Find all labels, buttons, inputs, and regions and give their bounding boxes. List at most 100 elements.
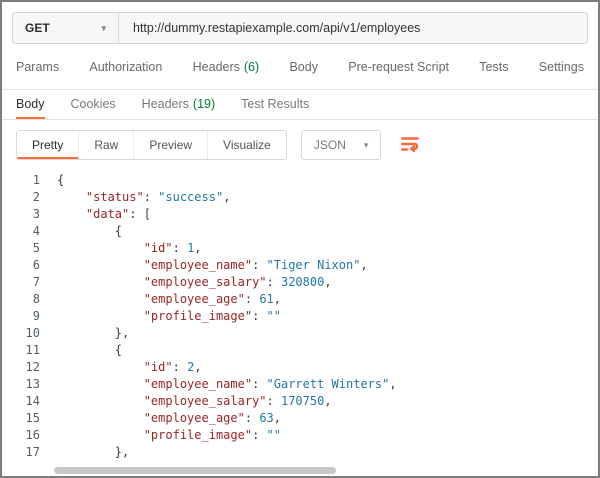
tab-tests[interactable]: Tests — [479, 60, 508, 74]
line-number: 14 — [2, 393, 40, 410]
tab-label: Headers — [193, 60, 240, 74]
code-text: "profile_image": "" — [40, 308, 281, 325]
code-text: "status": "success", — [40, 189, 230, 206]
code-line: 6 "employee_name": "Tiger Nixon", — [2, 257, 598, 274]
line-number: 8 — [2, 291, 40, 308]
code-line: 4 { — [2, 223, 598, 240]
line-number: 13 — [2, 376, 40, 393]
code-line: 2 "status": "success", — [2, 189, 598, 206]
code-text: "employee_salary": 320800, — [40, 274, 332, 291]
code-line: 17 }, — [2, 444, 598, 461]
wrap-lines-icon — [399, 133, 421, 158]
code-text: "employee_salary": 170750, — [40, 393, 332, 410]
tab-label: Tests — [479, 60, 508, 74]
view-label: Pretty — [32, 138, 63, 152]
code-line: 7 "employee_salary": 320800, — [2, 274, 598, 291]
code-line: 13 "employee_name": "Garrett Winters", — [2, 376, 598, 393]
line-number: 2 — [2, 189, 40, 206]
code-text: "profile_image": "" — [40, 427, 281, 444]
view-visualize[interactable]: Visualize — [208, 131, 286, 159]
view-preview[interactable]: Preview — [134, 131, 208, 159]
code-text: "id": 1, — [40, 240, 202, 257]
code-text: }, — [40, 325, 129, 342]
line-number: 5 — [2, 240, 40, 257]
code-line: 14 "employee_salary": 170750, — [2, 393, 598, 410]
tab-body[interactable]: Body — [289, 60, 318, 74]
line-number: 17 — [2, 444, 40, 461]
code-text: "employee_name": "Garrett Winters", — [40, 376, 397, 393]
response-view-bar: Pretty Raw Preview Visualize JSON ▾ — [2, 120, 598, 168]
line-number: 16 — [2, 427, 40, 444]
line-number: 12 — [2, 359, 40, 376]
code-line: 5 "id": 1, — [2, 240, 598, 257]
line-number: 4 — [2, 223, 40, 240]
line-number: 11 — [2, 342, 40, 359]
code-text: "data": [ — [40, 206, 151, 223]
code-line: 15 "employee_age": 63, — [2, 410, 598, 427]
tab-label: Body — [289, 60, 318, 74]
tab-headers[interactable]: Headers (6) — [193, 60, 260, 74]
view-toggle-group: Pretty Raw Preview Visualize — [16, 130, 287, 160]
response-tab-cookies[interactable]: Cookies — [71, 90, 116, 119]
postman-window: { "request": { "method": "GET", "url": "… — [0, 0, 600, 478]
request-url-bar: GET ▾ http://dummy.restapiexample.com/ap… — [12, 12, 588, 44]
code-text: "employee_name": "Tiger Nixon", — [40, 257, 368, 274]
code-line: 12 "id": 2, — [2, 359, 598, 376]
format-label: JSON — [314, 138, 346, 152]
code-text: { — [40, 223, 122, 240]
code-line: 1{ — [2, 172, 598, 189]
code-line: 11 { — [2, 342, 598, 359]
tab-label: Authorization — [89, 60, 162, 74]
tab-label: Body — [16, 97, 45, 111]
response-body-editor[interactable]: 1{2 "status": "success",3 "data": [4 {5 … — [2, 168, 598, 464]
method-label: GET — [25, 21, 50, 35]
response-tabs: Body Cookies Headers (19) Test Results — [2, 90, 598, 120]
code-text: { — [40, 342, 122, 359]
line-number: 1 — [2, 172, 40, 189]
line-number: 9 — [2, 308, 40, 325]
line-number: 15 — [2, 410, 40, 427]
view-label: Raw — [94, 138, 118, 152]
view-label: Visualize — [223, 138, 271, 152]
scrollbar-thumb[interactable] — [54, 467, 336, 474]
view-label: Preview — [149, 138, 192, 152]
code-editor-lines: 1{2 "status": "success",3 "data": [4 {5 … — [2, 172, 598, 461]
tab-label: Params — [16, 60, 59, 74]
method-selector[interactable]: GET ▾ — [13, 13, 119, 43]
code-text: "id": 2, — [40, 359, 202, 376]
wrap-lines-button[interactable] — [399, 133, 421, 158]
line-number: 7 — [2, 274, 40, 291]
tab-label: Headers — [142, 97, 189, 111]
request-tabs: Params Authorization Headers (6) Body Pr… — [2, 44, 598, 90]
tab-label: Pre-request Script — [348, 60, 449, 74]
chevron-down-icon: ▾ — [101, 23, 106, 34]
code-line: 9 "profile_image": "" — [2, 308, 598, 325]
url-text: http://dummy.restapiexample.com/api/v1/e… — [133, 21, 420, 35]
tab-count: (19) — [193, 97, 215, 111]
url-input[interactable]: http://dummy.restapiexample.com/api/v1/e… — [119, 13, 587, 43]
response-tab-test-results[interactable]: Test Results — [241, 90, 309, 119]
code-text: }, — [40, 444, 129, 461]
format-dropdown[interactable]: JSON ▾ — [301, 130, 382, 160]
line-number: 3 — [2, 206, 40, 223]
view-raw[interactable]: Raw — [79, 131, 134, 159]
tab-label: Cookies — [71, 97, 116, 111]
horizontal-scrollbar[interactable] — [2, 467, 598, 475]
chevron-down-icon: ▾ — [364, 140, 369, 151]
tab-settings[interactable]: Settings — [539, 60, 584, 74]
code-line: 16 "profile_image": "" — [2, 427, 598, 444]
response-tab-body[interactable]: Body — [16, 90, 45, 119]
tab-authorization[interactable]: Authorization — [89, 60, 162, 74]
response-tab-headers[interactable]: Headers (19) — [142, 90, 215, 119]
tab-label: Settings — [539, 60, 584, 74]
view-pretty[interactable]: Pretty — [17, 131, 79, 159]
code-text: { — [40, 172, 64, 189]
line-number: 10 — [2, 325, 40, 342]
code-line: 3 "data": [ — [2, 206, 598, 223]
code-text: "employee_age": 61, — [40, 291, 281, 308]
code-text: "employee_age": 63, — [40, 410, 281, 427]
tab-params[interactable]: Params — [16, 60, 59, 74]
tab-pre-request-script[interactable]: Pre-request Script — [348, 60, 449, 74]
code-line: 10 }, — [2, 325, 598, 342]
code-line: 8 "employee_age": 61, — [2, 291, 598, 308]
